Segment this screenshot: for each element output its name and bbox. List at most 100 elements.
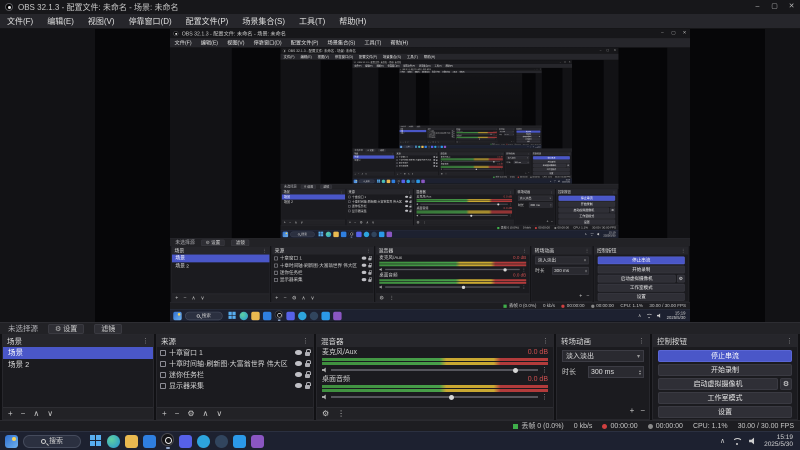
studio-mode-button[interactable]: 工作室模式 bbox=[658, 392, 792, 404]
chevron-down-icon: ▾ bbox=[584, 258, 586, 263]
visibility-eye-icon[interactable] bbox=[295, 372, 302, 377]
mixer-dock-header[interactable]: 混音器 ⋮ bbox=[317, 335, 553, 347]
stop-streaming-button[interactable]: 停止串流 bbox=[658, 350, 792, 362]
transitions-dock-header[interactable]: 转场动画 ⋮ bbox=[557, 335, 649, 347]
source-properties-gear-icon[interactable]: ⚙ bbox=[187, 408, 194, 420]
menu-docks[interactable]: 停靠窗口(D) bbox=[122, 14, 179, 29]
source-properties-button[interactable]: ⚙ 设置 bbox=[48, 323, 85, 334]
scenes-dock-header[interactable]: 场景 ⋮ bbox=[3, 335, 153, 347]
taskbar-search: 搜索 bbox=[184, 311, 223, 320]
taskbar-clock[interactable]: 15:19 2025/5/30 bbox=[764, 434, 793, 448]
virtual-camera-settings-gear-icon[interactable]: ⚙ bbox=[780, 378, 792, 390]
steam-icon[interactable] bbox=[215, 434, 228, 448]
menu-profile[interactable]: 配置文件(P) bbox=[179, 14, 236, 29]
volume-slider[interactable] bbox=[331, 367, 538, 373]
telegram-icon[interactable] bbox=[197, 434, 210, 448]
kebab-icon[interactable]: ⋮ bbox=[142, 337, 149, 345]
fps-status: 30.00 / 30.00 FPS bbox=[649, 303, 687, 309]
search-icon bbox=[196, 314, 200, 318]
add-transition-icon[interactable]: + bbox=[630, 405, 635, 417]
move-scene-up-icon[interactable]: ∧ bbox=[33, 408, 39, 420]
edge-icon[interactable] bbox=[107, 434, 120, 448]
add-scene-icon[interactable]: + bbox=[8, 408, 13, 420]
kebab-icon[interactable]: ⋮ bbox=[786, 337, 793, 345]
speaker-icon[interactable] bbox=[322, 367, 326, 373]
sources-dock-header[interactable]: 来源 ⋮ bbox=[157, 335, 313, 347]
file-explorer-icon[interactable] bbox=[125, 434, 138, 448]
display-capture-icon bbox=[160, 382, 166, 389]
status-bar: 丢帧 0 (0.0%) 0 kb/s 00:00:00 00:00:00 CPU… bbox=[0, 420, 800, 431]
menu-scene-collection[interactable]: 场景集合(S) bbox=[235, 14, 292, 29]
source-filters-button[interactable]: 滤镜 bbox=[94, 323, 123, 334]
settings-button[interactable]: 设置 bbox=[658, 406, 792, 418]
move-source-up-icon[interactable]: ∧ bbox=[203, 408, 209, 420]
remove-scene-icon[interactable]: − bbox=[21, 408, 26, 420]
mixer-kebab-icon[interactable]: ⋮ bbox=[337, 408, 345, 420]
remove-source-icon[interactable]: − bbox=[175, 408, 180, 420]
menu-tools[interactable]: 工具(T) bbox=[292, 14, 332, 29]
transitions-dock-title: 转场动画 bbox=[534, 247, 555, 254]
start-recording-button[interactable]: 开始录制 bbox=[658, 364, 792, 376]
visibility-eye-icon bbox=[433, 162, 436, 164]
visibility-eye-icon bbox=[433, 159, 436, 161]
menu-file[interactable]: 文件(F) bbox=[0, 14, 40, 29]
source-row-1[interactable]: 十章窗口 1 bbox=[157, 347, 313, 358]
preview-area: OBS 32.1.3 - 配置文件: 未命名 - 场景: 未命名 – ▢ ✕ 文… bbox=[352, 68, 573, 149]
widgets-icon[interactable] bbox=[5, 434, 18, 448]
scene-item-1[interactable]: 场景 bbox=[3, 347, 153, 359]
media-app-icon[interactable] bbox=[251, 434, 264, 448]
channel-kebab-icon[interactable]: ⋮ bbox=[541, 366, 548, 374]
lock-icon[interactable] bbox=[305, 348, 311, 356]
store-icon[interactable] bbox=[143, 434, 156, 448]
close-button[interactable]: ✕ bbox=[783, 0, 800, 14]
start-button-icon[interactable] bbox=[90, 435, 102, 447]
menu-help[interactable]: 帮助(H) bbox=[332, 14, 373, 29]
volume-slider[interactable] bbox=[331, 394, 538, 400]
scene-item-2[interactable]: 场景 2 bbox=[3, 359, 153, 371]
visibility-eye-icon[interactable] bbox=[295, 350, 302, 355]
scene-item-2: 场景 2 bbox=[283, 199, 293, 204]
rec-timer: 00:00:00 bbox=[554, 226, 569, 229]
obs-taskbar-icon[interactable] bbox=[161, 433, 174, 446]
speaker-icon[interactable] bbox=[322, 394, 326, 400]
volume-slider-handle[interactable] bbox=[513, 367, 519, 373]
menu-edit: 编辑(E) bbox=[200, 39, 219, 46]
lock-icon[interactable] bbox=[305, 359, 311, 367]
remove-transition-icon[interactable]: − bbox=[640, 405, 645, 417]
wifi-icon[interactable] bbox=[732, 438, 742, 445]
code-editor-icon[interactable] bbox=[233, 434, 246, 448]
move-source-down-icon[interactable]: ∨ bbox=[216, 408, 222, 420]
tray-chevron-up-icon[interactable]: ∧ bbox=[720, 437, 725, 445]
tray-date: 2025/5/30 bbox=[764, 441, 793, 448]
menu-view[interactable]: 视图(V) bbox=[81, 14, 122, 29]
transition-select[interactable]: 淡入淡出 ▾ bbox=[562, 350, 644, 362]
kebab-icon[interactable]: ⋮ bbox=[542, 337, 549, 345]
lock-icon[interactable] bbox=[305, 370, 311, 378]
maximize-button[interactable]: ▢ bbox=[766, 0, 783, 14]
visibility-eye-icon[interactable] bbox=[295, 361, 302, 366]
source-row-3[interactable]: 迷你任务栏 bbox=[157, 369, 313, 380]
source-row-4[interactable]: 显示器采集 bbox=[157, 380, 313, 391]
stepper-arrows-icon[interactable]: ▴ ▾ bbox=[639, 369, 641, 376]
volume-slider-handle[interactable] bbox=[448, 394, 454, 400]
discord-icon[interactable] bbox=[179, 434, 192, 448]
add-source-icon[interactable]: + bbox=[162, 408, 167, 420]
source-row-2[interactable]: 十章时间轴·刷新图·大富翁世界 伟大区 bbox=[157, 358, 313, 369]
lock-icon bbox=[453, 136, 455, 138]
taskbar-search[interactable]: 搜索 bbox=[23, 434, 81, 448]
lock-icon[interactable] bbox=[305, 381, 311, 389]
duration-stepper[interactable]: 300 ms ▴ ▾ bbox=[588, 366, 644, 378]
menu-edit[interactable]: 编辑(E) bbox=[40, 14, 81, 29]
kebab-icon: ⋮ bbox=[584, 248, 590, 254]
volume-icon[interactable] bbox=[749, 437, 755, 445]
kebab-icon[interactable]: ⋮ bbox=[638, 337, 645, 345]
controls-dock-header[interactable]: 控制按钮 ⋮ bbox=[653, 335, 797, 347]
mixer-settings-gear-icon[interactable]: ⚙ bbox=[322, 408, 329, 420]
kebab-icon[interactable]: ⋮ bbox=[302, 337, 309, 345]
channel-kebab-icon[interactable]: ⋮ bbox=[541, 393, 548, 401]
move-scene-down-icon[interactable]: ∨ bbox=[47, 408, 53, 420]
visibility-eye-icon[interactable] bbox=[295, 383, 302, 388]
minimize-button[interactable]: – bbox=[749, 0, 766, 14]
start-virtual-camera-button[interactable]: 启动虚拟摄像机 bbox=[658, 378, 778, 390]
scenes-dock: 场景 ⋮ 场景 场景 2 + − ∧ ∨ bbox=[281, 188, 346, 226]
